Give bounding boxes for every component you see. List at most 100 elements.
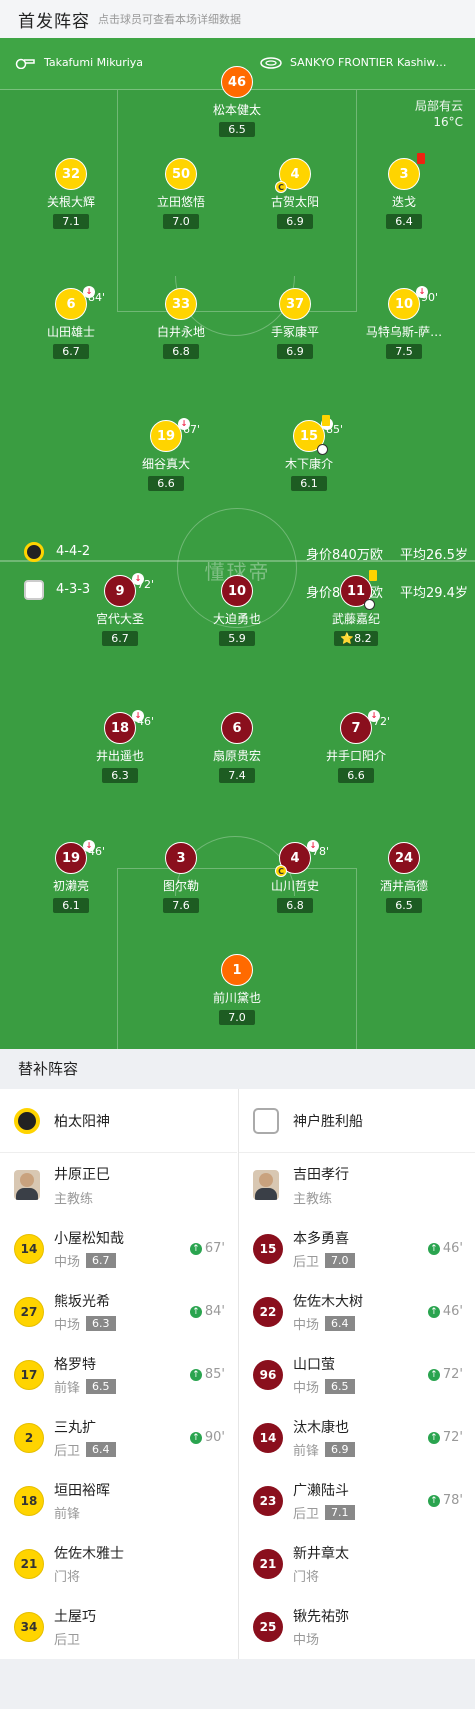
bench-player-position: 门将 — [54, 1569, 81, 1585]
bench-player-row[interactable]: 21 新井章太 门将 — [239, 1532, 475, 1595]
captain-icon: C — [275, 181, 287, 193]
home-player[interactable]: 90' 10 ↓ 马特乌斯-萨… 7.5 — [349, 286, 459, 359]
bench-player-row[interactable]: 14 小屋松知哉 中场 6.7 ↑ 67' — [0, 1217, 237, 1280]
away-player[interactable]: 10 大迫勇也 5.9 — [182, 575, 292, 646]
bench-player-rating: 6.5 — [86, 1378, 116, 1394]
away-player[interactable]: 46' 18 ↓ 井出遥也 6.3 — [65, 710, 175, 783]
player-rating: 7.6 — [163, 898, 199, 913]
player-rating: 6.1 — [291, 476, 327, 491]
away-player[interactable]: 72' 7 ↓ 井手口阳介 6.6 — [301, 710, 411, 783]
bench-player-row[interactable]: 14 汰木康也 前锋 6.9 ↑ 72' — [239, 1406, 475, 1469]
bench-player-row[interactable]: 23 广濑陆斗 后卫 7.1 ↑ 78' — [239, 1469, 475, 1532]
home-player[interactable]: 67' 19 ↓ 细谷真大 6.6 — [111, 418, 221, 491]
bench-player-row[interactable]: 96 山口萤 中场 6.5 ↑ 72' — [239, 1343, 475, 1406]
sub-out-icon: ↓ — [368, 710, 380, 722]
away-player[interactable]: 72' 9 ↓ 宫代大圣 6.7 — [65, 573, 175, 646]
away-player[interactable]: 6 扇原贵宏 7.4 — [182, 712, 292, 783]
away-player[interactable]: 46' 19 ↓ 初濑亮 6.1 — [16, 840, 126, 913]
jersey-number: 11 ● — [340, 570, 377, 610]
home-bench-team[interactable]: 柏太阳神 — [0, 1089, 237, 1153]
bench-player-rating: 6.4 — [86, 1441, 116, 1457]
player-rating: 7.5 — [386, 344, 422, 359]
away-player[interactable]: 1 前川黛也 7.0 — [182, 954, 292, 1025]
bench-player-position: 门将 — [293, 1569, 320, 1585]
sub-in-icon: ↑ — [189, 1242, 202, 1255]
player-name: 扇原贵宏 — [212, 749, 261, 763]
home-player[interactable]: 50 立田悠悟 7.0 — [126, 158, 236, 229]
jersey-number: 27 — [14, 1296, 44, 1327]
home-player[interactable]: 32 关根大辉 7.1 — [16, 158, 126, 229]
bench-player-row[interactable]: 15 本多勇喜 后卫 7.0 ↑ 46' — [239, 1217, 475, 1280]
home-player[interactable]: 84' 6 ↓ 山田雄士 6.7 — [16, 286, 126, 359]
sub-in-time: ↑ 85' — [189, 1367, 225, 1382]
bench-player-row[interactable]: 21 佐佐木雅士门将 — [0, 1532, 237, 1595]
player-name: 马特乌斯-萨… — [365, 325, 443, 339]
jersey-number: 9 ↓ — [104, 573, 144, 607]
home-player[interactable]: 4 C 古贺太阳 6.9 — [240, 158, 350, 229]
bench-player-row[interactable]: 18 垣田裕晖 前锋 — [0, 1469, 237, 1532]
sub-in-time: ↑ 46' — [427, 1241, 463, 1256]
bench-player-name: 佐佐木大树 — [293, 1293, 363, 1310]
home-avg-age: 平均26.5岁 — [400, 548, 468, 563]
bench-player-row[interactable]: 22 佐佐木大树 中场 6.4 ↑ 46' — [239, 1280, 475, 1343]
home-coach[interactable]: 井原正巳 主教练 — [0, 1153, 237, 1217]
bench-player-row[interactable]: 34 土屋巧 后卫 — [0, 1595, 237, 1658]
bench-player-position: 后卫 7.0 — [293, 1251, 355, 1270]
jersey-number: 21 — [14, 1548, 44, 1579]
sub-out-icon: ↓ — [132, 573, 144, 585]
away-player[interactable]: 3 图尔勒 7.6 — [126, 842, 236, 913]
bench-player-position: 中场 6.4 — [293, 1314, 363, 1333]
player-name: 木下康介 — [284, 457, 333, 471]
jersey-number: 25 — [253, 1611, 283, 1642]
player-name: 武藤嘉纪 — [331, 612, 380, 626]
jersey-number: 7 ↓ — [340, 710, 380, 744]
weather-text: 局部有云 — [414, 99, 463, 113]
sub-in-time: ↑ 67' — [189, 1241, 225, 1256]
home-player[interactable]: 85'15↓●木下康介6.1 — [254, 415, 364, 491]
away-player[interactable]: 11 ● 武藤嘉纪 ⭐8.2 — [301, 570, 411, 646]
bench-player-row[interactable]: 17 格罗特 前锋 6.5 ↑ 85' — [0, 1343, 237, 1406]
player-rating: 6.6 — [148, 476, 184, 491]
away-coach[interactable]: 吉田孝行 主教练 — [239, 1153, 475, 1217]
away-player[interactable]: 78' 4 ↓ C 山川哲史 6.8 — [240, 840, 350, 913]
home-bench-column: 柏太阳神 井原正巳 主教练 14 小屋松知哉 中场 6.7 ↑ 67' 27 熊坂光希 中场 6.… — [0, 1089, 237, 1659]
away-player[interactable]: 24 酒井高德 6.5 — [349, 842, 459, 913]
bench-player-row[interactable]: 27 熊坂光希 中场 6.3 ↑ 84' — [0, 1280, 237, 1343]
bench-player-row[interactable]: 25 锹先祐弥 中场 — [239, 1595, 475, 1658]
sub-in-icon: ↑ — [189, 1431, 202, 1444]
home-player[interactable]: 33 白井永地 6.8 — [126, 288, 236, 359]
away-bench-column: 神户胜利船 吉田孝行 主教练 15 本多勇喜 后卫 7.0 ↑ 46' 22 佐佐木大树 中场 6… — [238, 1089, 475, 1659]
bench-player-rating: 6.7 — [86, 1252, 116, 1268]
home-team-stats: 4-4-2 身价840万欧 平均26.5岁 — [0, 542, 475, 564]
captain-icon: C — [275, 865, 287, 877]
player-rating: 6.8 — [163, 344, 199, 359]
bench-player-rating: 6.9 — [325, 1441, 355, 1457]
jersey-number: 50 — [165, 158, 197, 190]
jersey-number: 46 — [221, 66, 253, 98]
bench-player-name: 佐佐木雅士 — [54, 1545, 124, 1562]
bench-player-row[interactable]: 2 三丸扩 后卫 6.4 ↑ 90' — [0, 1406, 237, 1469]
jersey-number: 10 — [221, 575, 253, 607]
jersey-number: 6 ↓ — [55, 286, 95, 320]
bench-player-name: 本多勇喜 — [293, 1230, 349, 1247]
player-rating: ⭐8.2 — [334, 631, 378, 646]
home-player[interactable]: 37 手冢康平 6.9 — [240, 288, 350, 359]
home-team-logo-icon — [14, 1107, 40, 1134]
red-card-icon — [417, 153, 425, 164]
bench-player-position: 中场 6.7 — [54, 1251, 124, 1270]
jersey-number: 1 — [221, 954, 253, 986]
player-rating: 6.5 — [219, 122, 255, 137]
jersey-number: 96 — [253, 1359, 283, 1390]
away-bench-team[interactable]: 神户胜利船 — [239, 1089, 475, 1153]
bench-player-position: 后卫 — [54, 1632, 81, 1648]
home-player[interactable]: 46 松本健太 6.5 — [182, 66, 292, 137]
bench-player-name: 三丸扩 — [54, 1419, 96, 1436]
bench-player-name: 汰木康也 — [293, 1419, 349, 1436]
jersey-number: 4 ↓ C — [275, 840, 319, 877]
jersey-number: 37 — [279, 288, 311, 320]
player-rating: 7.0 — [163, 214, 199, 229]
goal-ball-icon: ● — [364, 599, 375, 610]
sub-in-time: ↑ 78' — [427, 1493, 463, 1508]
player-rating: 6.7 — [102, 631, 138, 646]
home-player[interactable]: 3 迭戈 6.4 — [349, 153, 459, 229]
